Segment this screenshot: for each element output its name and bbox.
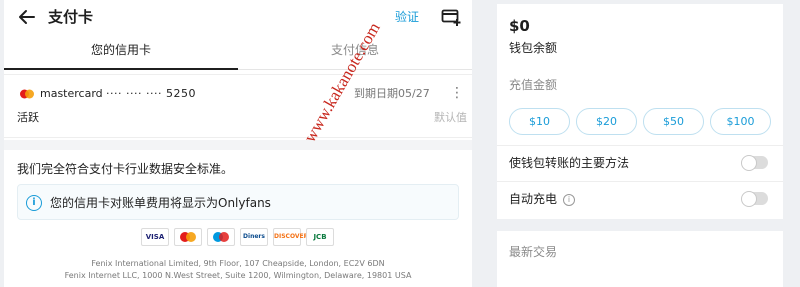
topup-10-button[interactable]: $10 <box>509 108 570 135</box>
auto-recharge-toggle[interactable] <box>741 190 768 207</box>
tab-bar: 您的信用卡 支付信息 <box>4 36 472 70</box>
page-title: 支付卡 <box>48 8 94 26</box>
recent-transactions-title: 最新交易 <box>509 245 558 259</box>
toggle-knob <box>741 154 757 171</box>
diners-logo: Diners <box>240 228 268 246</box>
header: 支付卡 验证 <box>4 0 472 36</box>
add-card-icon[interactable] <box>441 7 461 27</box>
mastercard-circles-icon <box>180 232 196 242</box>
credit-card-row[interactable]: mastercard ···· ···· ···· 5250 到期日期05/27… <box>4 74 472 138</box>
section-divider <box>4 140 472 150</box>
card-brand: mastercard <box>40 87 103 100</box>
wallet-panel: $0 钱包余额 充值金额 $10 $20 $50 $100 使钱包转账的主要方法… <box>497 4 783 219</box>
jcb-logo: JCB <box>306 228 334 246</box>
topup-100-button[interactable]: $100 <box>710 108 771 135</box>
card-expiry: 到期日期05/27 <box>354 87 430 100</box>
billing-notice-text: 您的信用卡对账单费用将显示为Onlyfans <box>50 196 271 210</box>
info-icon: i <box>26 195 42 211</box>
mastercard-brand-logo <box>174 228 202 246</box>
verify-link[interactable]: 验证 <box>395 9 419 25</box>
payment-cards-panel: 支付卡 验证 您的信用卡 支付信息 mastercard ···· ···· ·… <box>4 0 472 287</box>
maestro-circles-icon <box>213 232 229 242</box>
tab-your-cards[interactable]: 您的信用卡 <box>4 36 238 70</box>
main-method-toggle[interactable] <box>741 154 768 171</box>
company-address-uk: Fenix International Limited, 9th Floor, … <box>91 259 385 268</box>
auto-recharge-info-icon[interactable]: i <box>563 194 576 206</box>
card-status: 活跃 <box>17 111 39 124</box>
toggle-knob <box>741 190 757 207</box>
mastercard-logo-icon <box>20 89 34 99</box>
back-arrow-icon[interactable] <box>16 6 38 28</box>
auto-recharge-label-wrap: 自动充电 i <box>509 190 576 208</box>
wallet-balance: $0 <box>509 17 530 35</box>
more-options-icon[interactable]: ⋮ <box>450 85 464 101</box>
billing-notice: i 您的信用卡对账单费用将显示为Onlyfans <box>17 184 459 220</box>
visa-logo: VISA <box>141 228 169 246</box>
topup-20-button[interactable]: $20 <box>576 108 637 135</box>
security-statement: 我们完全符合支付卡行业数据安全标准。 <box>17 162 234 176</box>
maestro-logo <box>207 228 235 246</box>
topup-amount-label: 充值金额 <box>509 78 558 92</box>
wallet-balance-label: 钱包余额 <box>509 41 558 55</box>
auto-recharge-row: 自动充电 i <box>497 181 783 215</box>
discover-logo: DISCOVER <box>273 228 308 246</box>
set-default-link[interactable]: 默认值 <box>434 110 467 126</box>
card-number: ···· ···· ···· 5250 <box>106 87 196 100</box>
auto-recharge-label: 自动充电 <box>509 192 558 206</box>
company-address-us: Fenix Internet LLC, 1000 N.West Street, … <box>64 271 412 280</box>
transactions-panel: 最新交易 <box>497 231 783 287</box>
main-method-label: 使钱包转账的主要方法 <box>509 156 630 170</box>
main-method-row: 使钱包转账的主要方法 <box>497 145 783 179</box>
topup-50-button[interactable]: $50 <box>643 108 704 135</box>
